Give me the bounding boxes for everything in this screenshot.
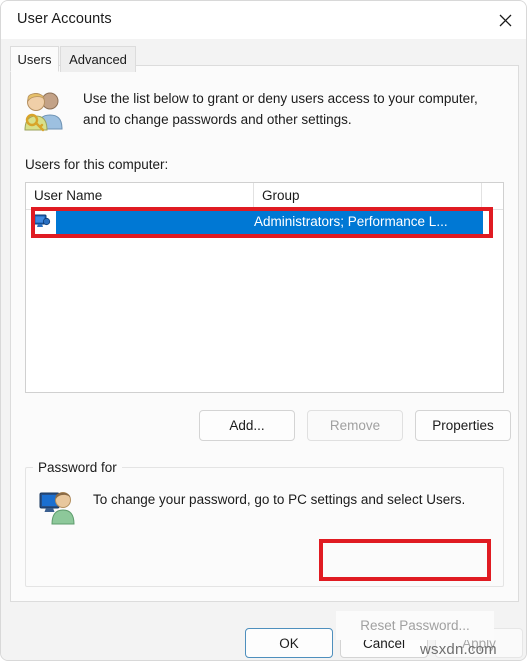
properties-button-label: Properties <box>432 418 494 433</box>
title-bar: User Accounts <box>1 1 526 40</box>
ok-button-label: OK <box>279 635 299 651</box>
user-computer-icon <box>33 212 51 230</box>
column-header-extra[interactable] <box>482 183 503 209</box>
page-title: User Accounts <box>17 11 112 27</box>
tab-advanced[interactable]: Advanced <box>60 46 136 72</box>
users-tab-panel: Use the list below to grant or deny user… <box>10 65 519 640</box>
two-users-key-icon <box>20 88 68 132</box>
user-accounts-dialog: User Accounts Users Advanced Use the lis… <box>0 0 527 661</box>
table-row[interactable]: Administrators; Performance L... <box>26 209 503 235</box>
tab-users-label: Users <box>17 51 52 67</box>
tab-advanced-label: Advanced <box>69 52 127 67</box>
add-button[interactable]: Add... <box>199 410 295 441</box>
user-monitor-icon <box>39 488 79 526</box>
remove-button-label: Remove <box>329 418 381 433</box>
selected-row-highlight[interactable]: Administrators; Performance L... <box>56 210 483 234</box>
tab-users[interactable]: Users <box>10 46 59 72</box>
password-group-box <box>25 467 504 587</box>
cell-group: Administrators; Performance L... <box>254 214 448 229</box>
column-header-group[interactable]: Group <box>254 183 482 209</box>
password-group-legend: Password for <box>33 460 122 475</box>
column-header-user-name[interactable]: User Name <box>26 183 254 209</box>
ok-button[interactable]: OK <box>245 628 333 658</box>
properties-button[interactable]: Properties <box>415 410 511 441</box>
list-header: User Name Group <box>26 183 503 210</box>
remove-button: Remove <box>307 410 403 441</box>
users-list[interactable]: User Name Group Administrators; Performa… <box>25 182 504 393</box>
users-list-label: Users for this computer: <box>25 157 169 172</box>
close-icon[interactable] <box>482 1 526 39</box>
blurb-text: Use the list below to grant or deny user… <box>83 91 478 127</box>
reset-password-button: Reset Password... <box>336 611 494 640</box>
add-button-label: Add... <box>229 418 265 433</box>
password-instruction-text: To change your password, go to PC settin… <box>93 492 466 507</box>
reset-password-button-label: Reset Password... <box>360 618 470 633</box>
watermark: wsxdn.com <box>420 641 497 658</box>
